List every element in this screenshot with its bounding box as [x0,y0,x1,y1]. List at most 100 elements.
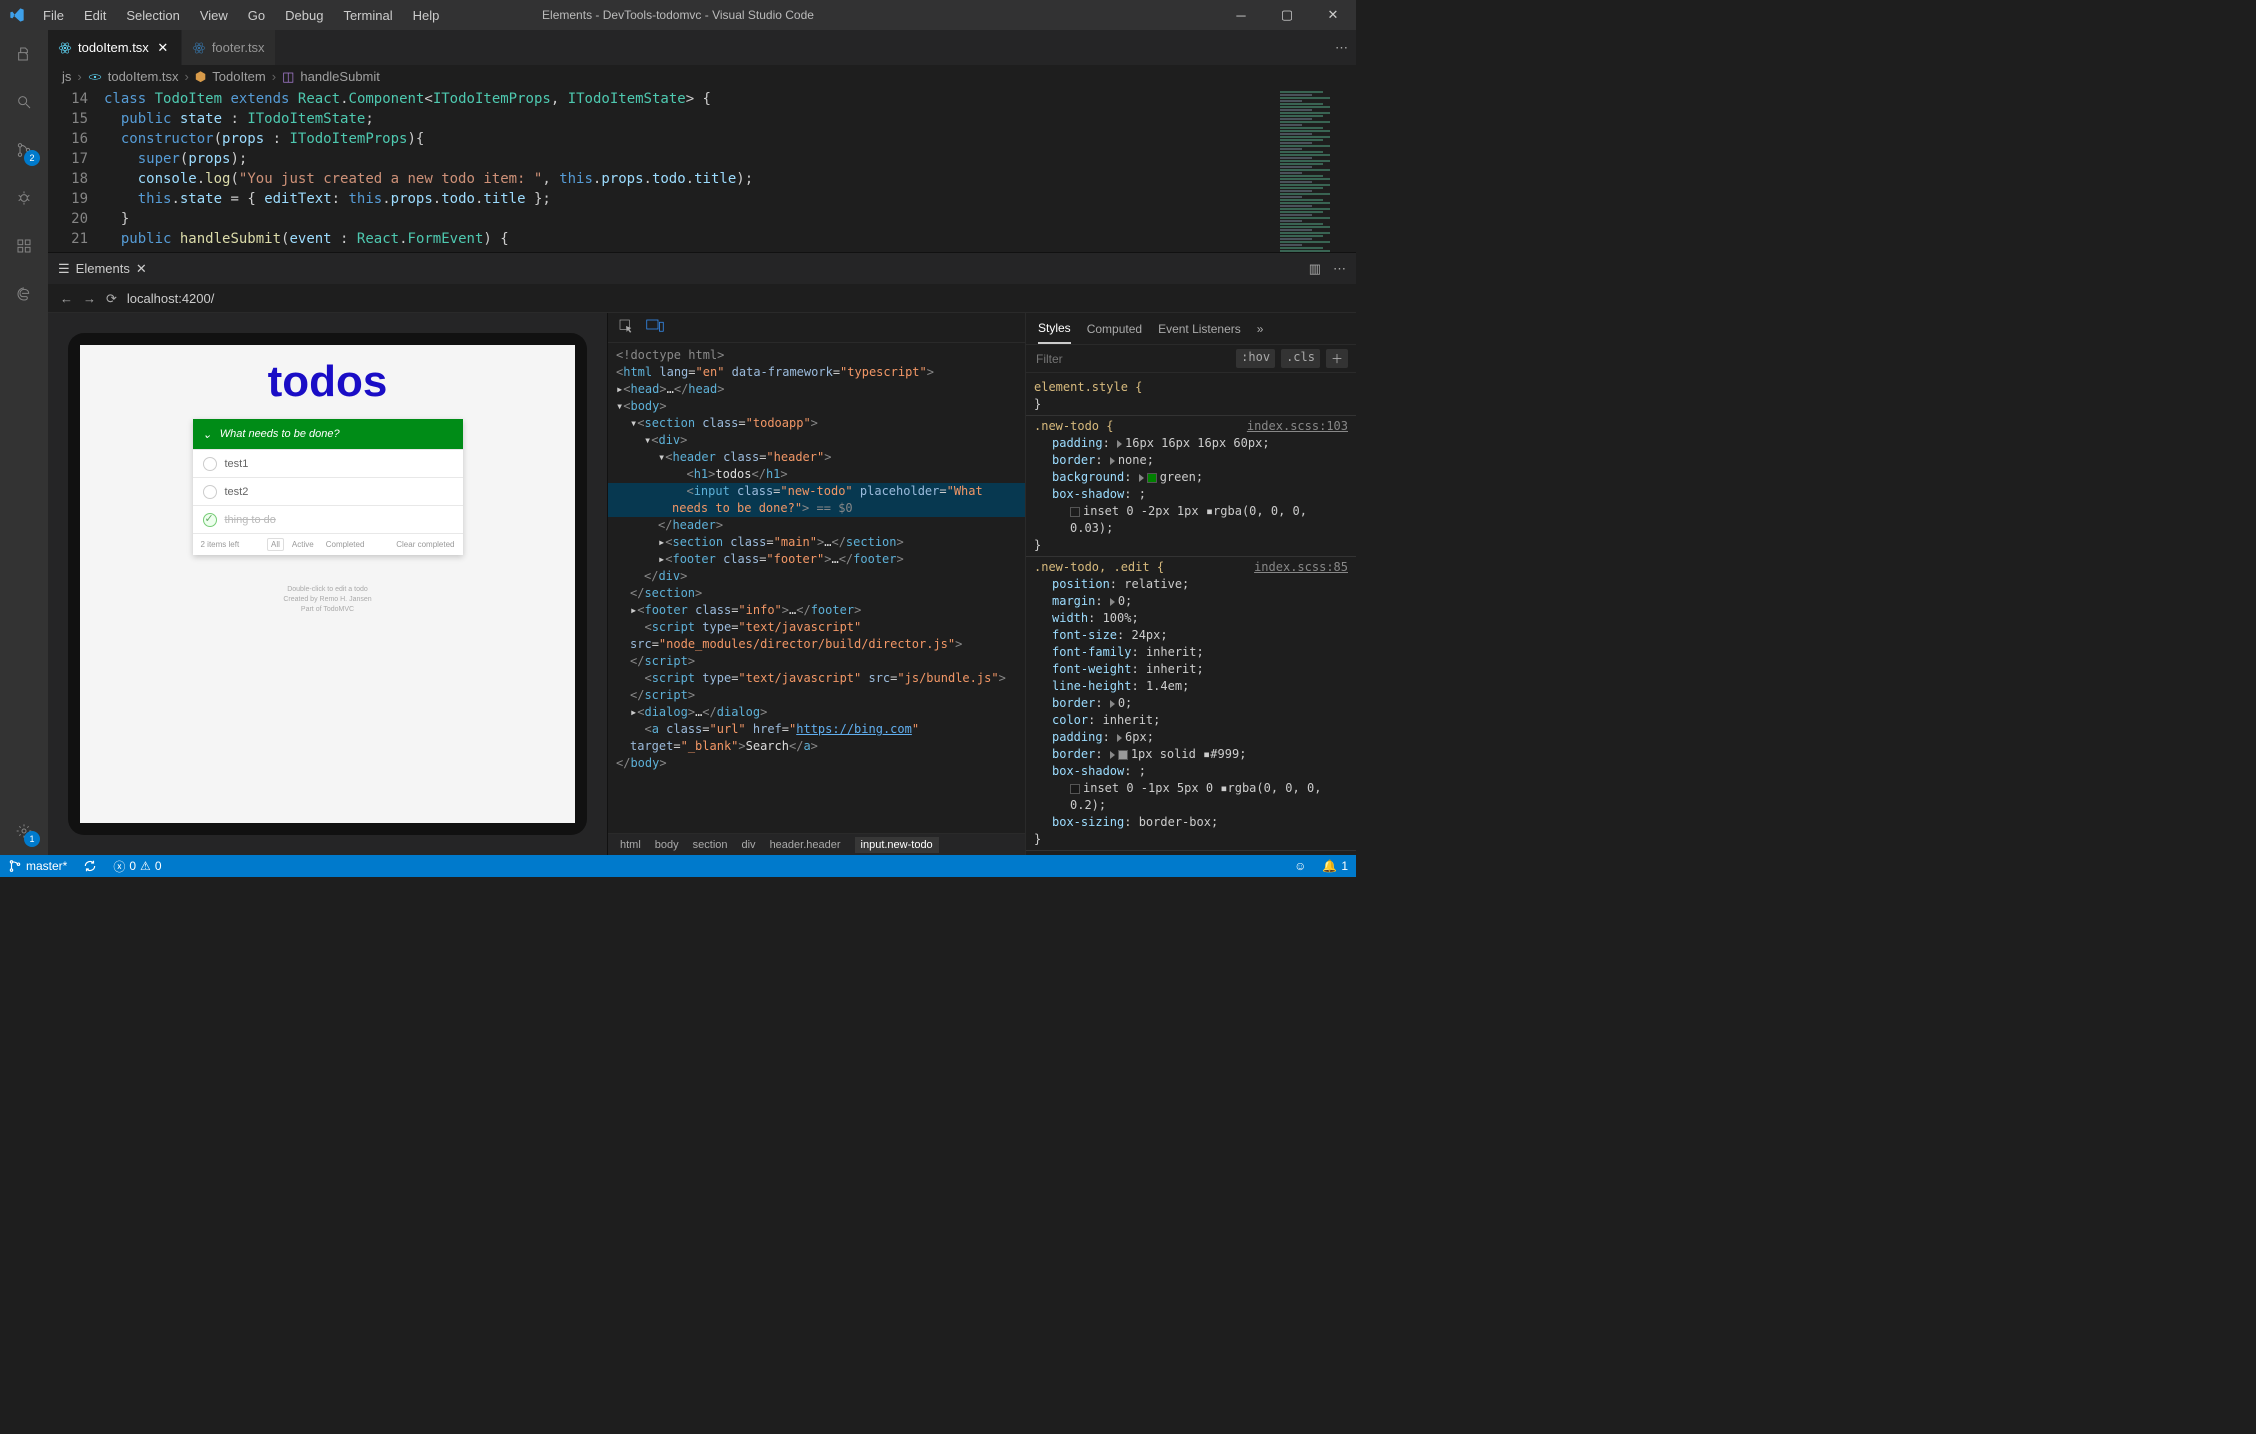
status-feedback[interactable]: ☺ [1286,855,1314,877]
line-gutter: 141516171819202122232425 [48,87,104,252]
filter-active[interactable]: Active [288,538,318,551]
method-symbol-icon: ◫ [282,69,294,85]
styles-pane: Styles Computed Event Listeners » :hov .… [1026,313,1356,855]
editor-more-icon[interactable]: ⋯ [1335,40,1356,56]
close-button[interactable]: ✕ [1310,0,1356,30]
styles-rules[interactable]: element.style {}.new-todo {index.scss:10… [1026,373,1356,855]
panel: ☰ Elements ✕ ▥ ⋯ ← → ⟳ localhost:4200/ [48,252,1356,855]
tab-more-icon[interactable]: » [1257,315,1264,343]
activity-search[interactable] [0,78,48,126]
window-controls: ─ ▢ ✕ [1218,0,1356,30]
todo-checkbox[interactable] [203,457,217,471]
code-editor[interactable]: 141516171819202122232425 class TodoItem … [48,87,1356,252]
bell-icon: 🔔 [1322,859,1337,873]
cls-button[interactable]: .cls [1281,349,1320,368]
chevron-right-icon: › [272,69,276,84]
todo-item[interactable]: test1 [193,449,463,477]
styles-filter-input[interactable] [1026,352,1236,366]
forward-icon[interactable]: → [83,291,96,306]
maximize-button[interactable]: ▢ [1264,0,1310,30]
scm-badge: 2 [24,150,40,166]
menu-debug[interactable]: Debug [276,4,332,27]
minimap[interactable] [1276,87,1356,252]
activity-settings[interactable]: 1 [0,807,48,855]
dom-tree-pane: <!doctype html><html lang="en" data-fram… [608,313,1026,855]
statusbar: master* ⓧ0 ⚠0 ☺ 🔔1 [0,855,1356,877]
minimize-button[interactable]: ─ [1218,0,1264,30]
todo-checkbox[interactable] [203,485,217,499]
activity-scm[interactable]: 2 [0,126,48,174]
layout-icon[interactable]: ▥ [1309,261,1321,277]
clear-completed[interactable]: Clear completed [396,540,454,549]
chevron-right-icon: › [77,69,81,84]
dom-tree[interactable]: <!doctype html><html lang="en" data-fram… [608,343,1025,833]
vscode-logo-icon [0,7,34,23]
tab-styles[interactable]: Styles [1038,314,1071,344]
menu-selection[interactable]: Selection [117,4,188,27]
styles-filter: :hov .cls ＋ [1026,345,1356,373]
status-branch[interactable]: master* [0,855,75,877]
tab-todoitem[interactable]: todoItem.tsx ✕ [48,30,182,65]
device-icon[interactable] [646,319,664,336]
menu-file[interactable]: File [34,4,73,27]
todo-footer: 2 items left All Active Completed Clear … [193,533,463,555]
preview-pane: todos ⌄ What needs to be done? test1 tes… [48,313,608,855]
new-todo-input[interactable]: ⌄ What needs to be done? [193,419,463,449]
panel-tab-elements[interactable]: Elements [76,261,130,276]
menu-terminal[interactable]: Terminal [334,4,401,27]
status-problems[interactable]: ⓧ0 ⚠0 [105,855,169,877]
todo-count: 2 items left [201,540,240,549]
titlebar: File Edit Selection View Go Debug Termin… [0,0,1356,30]
todo-app: ⌄ What needs to be done? test1 test2 thi… [193,419,463,555]
back-icon[interactable]: ← [60,291,73,306]
activity-extensions[interactable] [0,222,48,270]
tab-computed[interactable]: Computed [1087,315,1142,343]
menu-help[interactable]: Help [404,4,449,27]
activity-explorer[interactable] [0,30,48,78]
breadcrumb-item[interactable]: TodoItem [212,69,265,84]
activity-debug[interactable] [0,174,48,222]
url-text[interactable]: localhost:4200/ [127,291,214,306]
menu-go[interactable]: Go [239,4,274,27]
devtools-toolbar [608,313,1025,343]
todo-filters: All Active Completed [267,538,368,551]
todo-checkbox[interactable] [203,513,217,527]
tab-event-listeners[interactable]: Event Listeners [1158,315,1241,343]
preview-viewport[interactable]: todos ⌄ What needs to be done? test1 tes… [80,345,575,823]
filter-completed[interactable]: Completed [322,538,369,551]
hov-button[interactable]: :hov [1236,349,1275,368]
breadcrumbs[interactable]: js › todoItem.tsx › ⬢ TodoItem › ◫ handl… [48,65,1356,87]
add-rule-button[interactable]: ＋ [1326,349,1348,368]
code-area[interactable]: class TodoItem extends React.Component<I… [104,87,1276,252]
chevron-down-icon[interactable]: ⌄ [203,428,212,441]
editor-tabs: todoItem.tsx ✕ footer.tsx ⋯ [48,30,1356,65]
menu-edit[interactable]: Edit [75,4,115,27]
dom-breadcrumb[interactable]: html body section div header.header inpu… [608,833,1025,855]
settings-badge: 1 [24,831,40,847]
todo-item[interactable]: test2 [193,477,463,505]
inspect-icon[interactable] [618,318,634,337]
todo-item[interactable]: thing to do [193,505,463,533]
tab-footer[interactable]: footer.tsx [182,30,276,65]
activity-edge-icon[interactable] [0,270,48,318]
react-file-icon [88,70,102,84]
status-sync[interactable] [75,855,105,877]
menubar: File Edit Selection View Go Debug Termin… [34,4,448,27]
breadcrumb-item[interactable]: todoItem.tsx [108,69,179,84]
list-icon: ☰ [58,261,70,277]
menu-view[interactable]: View [191,4,237,27]
breadcrumb-item[interactable]: js [62,69,71,84]
app-title: todos [80,345,575,415]
status-notifications[interactable]: 🔔1 [1314,855,1356,877]
panel-close-icon[interactable]: ✕ [136,261,147,277]
chevron-right-icon: › [185,69,189,84]
device-frame: todos ⌄ What needs to be done? test1 tes… [68,333,587,835]
browser-toolbar: ← → ⟳ localhost:4200/ [48,285,1356,313]
react-file-icon [192,41,206,55]
reload-icon[interactable]: ⟳ [106,291,117,307]
breadcrumb-item[interactable]: handleSubmit [300,69,380,84]
filter-all[interactable]: All [267,538,284,551]
info-text: Double-click to edit a todo Created by R… [80,585,575,614]
panel-more-icon[interactable]: ⋯ [1333,261,1346,277]
tab-close-icon[interactable]: ✕ [155,40,171,56]
